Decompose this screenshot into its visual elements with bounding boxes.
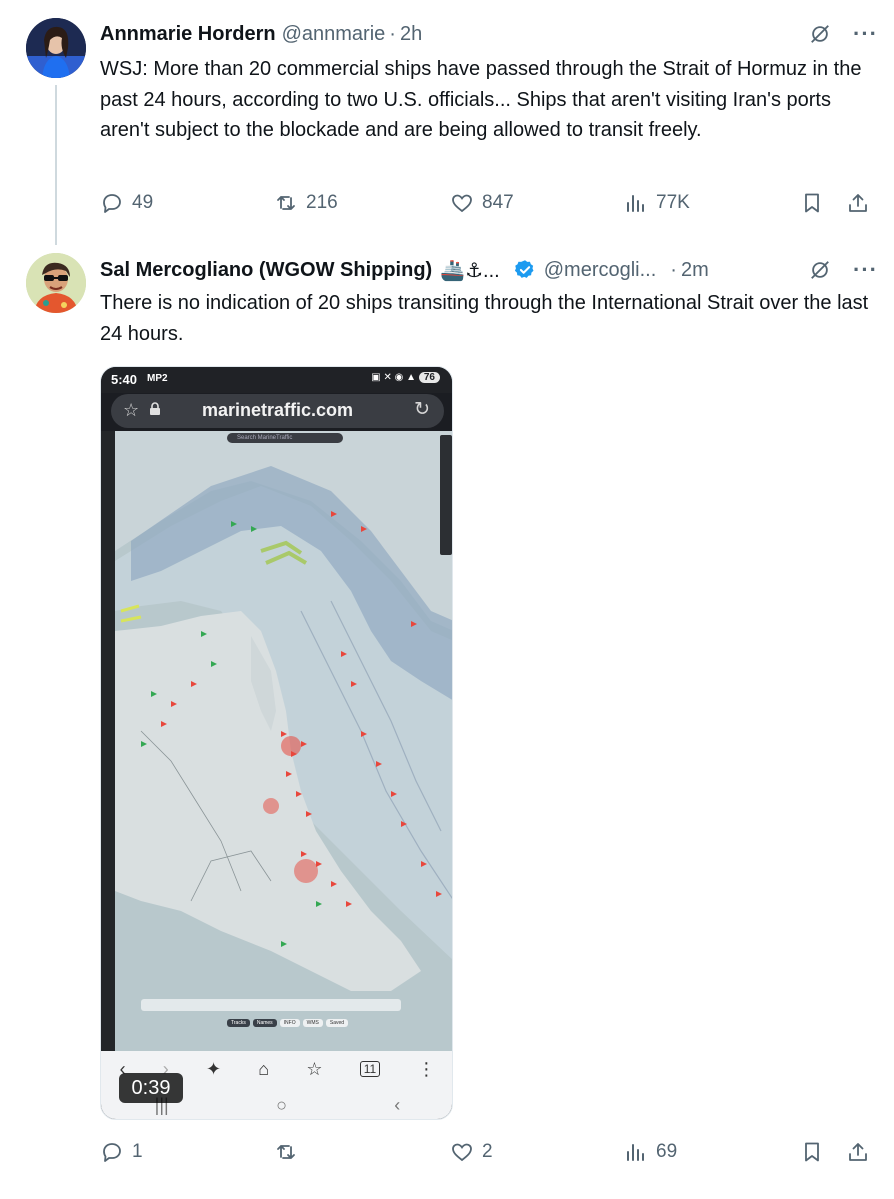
video-duration: 0:39: [119, 1073, 183, 1103]
avatar[interactable]: [26, 253, 86, 313]
bookmark-icon: [805, 1142, 819, 1162]
user-handle[interactable]: @mercogli...: [544, 259, 657, 282]
tweet-text: There is no indication of 20 ships trans…: [100, 292, 869, 345]
map-timeline-bar: [141, 999, 401, 1011]
tabs-icon: 11: [359, 1061, 381, 1077]
map-right-toolbar: [440, 435, 452, 555]
chip-tracks: Tracks: [227, 1019, 250, 1027]
chip-wms: WMS: [302, 1019, 323, 1027]
marine-traffic-map: Search MarineTraffic Tracks Names INFO W…: [101, 431, 452, 1051]
action-bar: 1 2 69: [100, 1140, 874, 1170]
name-emoji: 🚢⚓...: [440, 259, 500, 282]
display-name[interactable]: Sal Mercogliano (WGOW Shipping): [100, 259, 432, 282]
repost-icon: [277, 1145, 295, 1159]
share-button[interactable]: [846, 1140, 870, 1164]
verified-badge-icon[interactable]: [514, 259, 536, 281]
views-button[interactable]: 69: [624, 1140, 677, 1164]
browser-url: marinetraffic.com: [201, 400, 354, 420]
bookmark-star-icon: ☆: [306, 1058, 323, 1079]
repost-button[interactable]: [274, 1140, 306, 1164]
view-count: 69: [656, 1141, 678, 1162]
phone-status-bar: 5:40 MP2 ▣ ✕ ◉ ▲ 76: [101, 367, 452, 393]
map-layer-chips: Tracks Names INFO WMS Saved: [227, 1019, 349, 1027]
views-icon: [627, 1144, 644, 1161]
tweet-header: Sal Mercogliano (WGOW Shipping) 🚢⚓... @m…: [100, 256, 878, 284]
bookmark-button[interactable]: [800, 1140, 824, 1164]
like-button[interactable]: 2: [450, 1140, 493, 1164]
browser-url-bar: ☆ marinetraffic.com ↻: [111, 394, 444, 428]
reply-icon: [103, 1143, 121, 1162]
home-icon: ⌂: [258, 1058, 270, 1079]
phone-status-icons: ▣ ✕ ◉ ▲ 76: [371, 372, 440, 383]
video-player[interactable]: 5:40 MP2 ▣ ✕ ◉ ▲ 76 ☆ marinetraffic.com …: [100, 366, 453, 1120]
map-left-toolbar: [101, 431, 115, 1051]
battery-level: 76: [418, 372, 440, 383]
more-options-icon[interactable]: ···: [853, 259, 878, 281]
sparkle-icon: ✦: [206, 1058, 222, 1079]
reply-button[interactable]: 1: [100, 1140, 143, 1164]
like-count: 2: [482, 1141, 493, 1162]
grok-icon[interactable]: [809, 259, 831, 281]
chip-info: INFO: [279, 1019, 300, 1027]
map-graphic: [101, 431, 452, 1051]
separator-dot: ·: [670, 258, 677, 281]
map-search-box: Search MarineTraffic: [227, 433, 343, 443]
chip-saved: Saved: [325, 1019, 349, 1027]
timestamp[interactable]: 2m: [681, 259, 709, 282]
android-back-icon: ‹: [394, 1094, 401, 1115]
share-icon: [849, 1143, 867, 1161]
heart-icon: [452, 1143, 472, 1162]
reply-count: 1: [132, 1141, 143, 1162]
phone-carrier: MP2: [147, 373, 168, 384]
tweet-2[interactable]: Sal Mercogliano (WGOW Shipping) 🚢⚓... @m…: [0, 0, 894, 1162]
reload-icon: ↻: [414, 399, 430, 420]
menu-icon: ⋮: [417, 1058, 436, 1079]
phone-clock: 5:40: [111, 372, 138, 387]
chip-names: Names: [252, 1019, 277, 1027]
avatar-illustration: [26, 253, 86, 313]
header-icons: ···: [809, 256, 878, 284]
home-circle-icon: ○: [276, 1094, 287, 1115]
